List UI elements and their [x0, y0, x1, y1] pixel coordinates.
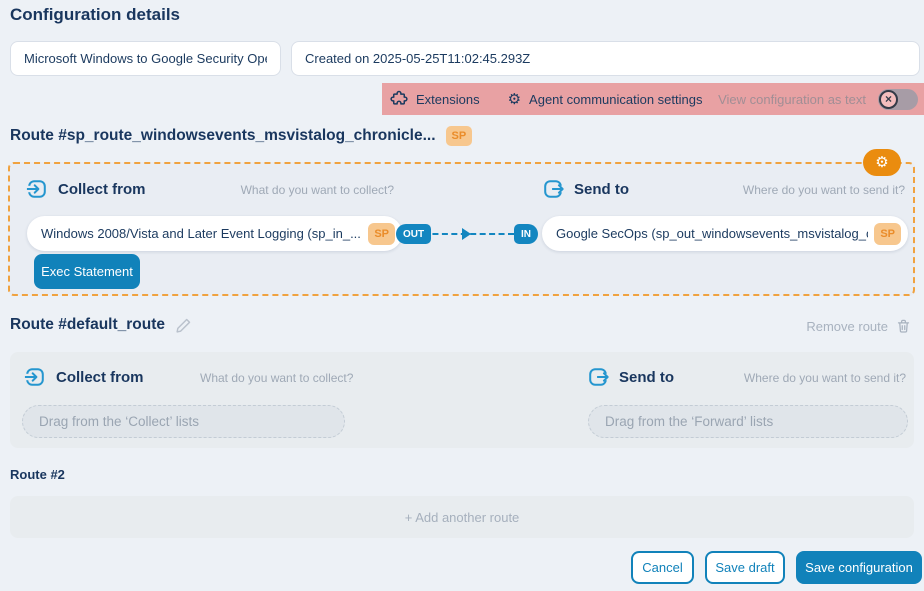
route-settings-button[interactable]: ⚙	[863, 149, 901, 176]
route-2-title: Route #2	[10, 467, 65, 482]
cancel-button[interactable]: Cancel	[631, 551, 694, 584]
send-destination-sp-badge: SP	[874, 223, 901, 245]
extensions-icon	[390, 90, 408, 108]
config-created-input[interactable]	[291, 41, 920, 76]
collect-from-title: Collect from	[58, 181, 146, 198]
collect-hint: What do you want to collect?	[200, 371, 347, 385]
send-destination-label: Google SecOps (sp_out_windowsevents_msvi…	[556, 226, 868, 241]
send-destination-item[interactable]: Google SecOps (sp_out_windowsevents_msvi…	[542, 216, 908, 251]
view-as-text-label: View configuration as text	[718, 92, 866, 107]
add-another-route-button[interactable]: + Add another route	[10, 496, 914, 538]
route-default-card: Collect from What do you want to collect…	[10, 352, 914, 448]
collect-from-title: Collect from	[56, 369, 144, 386]
route-1-heading: Route #sp_route_windowsevents_msvistalog…	[10, 126, 472, 146]
gear-icon: ⚙	[875, 155, 888, 170]
route-1-sp-badge: SP	[446, 126, 473, 146]
save-draft-button[interactable]: Save draft	[705, 551, 785, 584]
edit-route-name-icon[interactable]	[175, 317, 192, 334]
gear-icon: ⚙	[508, 92, 521, 107]
send-hint: Where do you want to send it?	[743, 183, 905, 197]
send-hint: Where do you want to send it?	[744, 371, 906, 385]
connector-arrow-icon	[462, 228, 471, 240]
send-to-header: Send to	[587, 366, 674, 388]
route-1-card: ⚙ Collect from What do you want to colle…	[8, 162, 915, 296]
collect-source-item[interactable]: Windows 2008/Vista and Later Event Loggi…	[27, 216, 402, 251]
send-to-header: Send to	[542, 178, 629, 200]
collect-drop-zone[interactable]: Drag from the ‘Collect’ lists	[22, 405, 345, 438]
extensions-button[interactable]: Extensions	[390, 90, 480, 108]
extensions-label: Extensions	[416, 92, 480, 107]
remove-route-label: Remove route	[806, 319, 888, 334]
page-title: Configuration details	[10, 5, 180, 25]
config-name-input[interactable]	[10, 41, 281, 76]
send-to-title: Send to	[619, 369, 674, 386]
collect-hint: What do you want to collect?	[210, 183, 394, 197]
exec-statement-button[interactable]: Exec Statement	[34, 254, 140, 289]
collect-from-header: Collect from	[24, 366, 144, 388]
route-default-heading: Route #default_route	[10, 316, 192, 334]
toggle-off-x-icon: ×	[879, 90, 898, 109]
remove-route-button[interactable]: Remove route	[806, 318, 911, 334]
configuration-details-page: Configuration details Extensions ⚙ Agent…	[0, 0, 924, 591]
route-default-title: Route #default_route	[10, 316, 165, 334]
collect-from-icon	[24, 366, 46, 388]
route-1-title: Route #sp_route_windowsevents_msvistalog…	[10, 127, 436, 145]
collect-from-icon	[26, 178, 48, 200]
agent-settings-button[interactable]: ⚙ Agent communication settings	[508, 92, 703, 107]
agent-settings-label: Agent communication settings	[529, 92, 702, 107]
view-as-text-toggle[interactable]: ×	[878, 89, 918, 110]
forward-drop-zone[interactable]: Drag from the ‘Forward’ lists	[588, 405, 908, 438]
collect-source-label: Windows 2008/Vista and Later Event Loggi…	[41, 226, 362, 241]
send-to-title: Send to	[574, 181, 629, 198]
in-port-badge: IN	[514, 224, 538, 244]
trash-icon	[896, 318, 911, 334]
collect-from-header: Collect from	[26, 178, 146, 200]
collect-source-sp-badge: SP	[368, 223, 395, 245]
save-configuration-button[interactable]: Save configuration	[796, 551, 922, 584]
toolbar-banner: Extensions ⚙ Agent communication setting…	[382, 83, 924, 115]
send-to-icon	[587, 366, 609, 388]
send-to-icon	[542, 178, 564, 200]
